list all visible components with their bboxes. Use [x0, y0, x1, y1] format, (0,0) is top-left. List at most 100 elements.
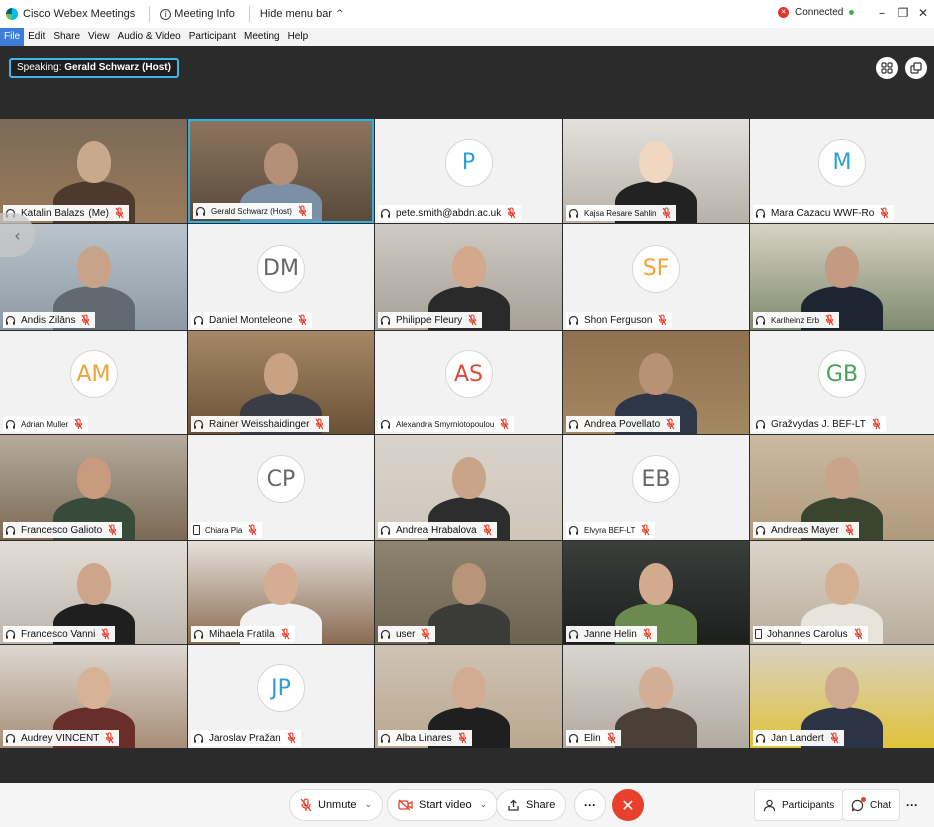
- participant-head: [76, 457, 111, 499]
- microphone-muted-icon: [458, 732, 468, 744]
- participant-tile[interactable]: Andrea Povellato: [563, 331, 749, 434]
- participant-tile[interactable]: Ppete.smith@abdn.ac.uk: [375, 119, 562, 223]
- hide-menu-bar-button[interactable]: Hide menu bar ^: [260, 8, 344, 20]
- participant-name-label: Mara Cazacu WWF-Ro: [753, 205, 895, 221]
- participant-figure: [611, 645, 701, 748]
- participant-tile[interactable]: Francesco Vanni: [0, 541, 187, 644]
- participant-tile[interactable]: Rainer Weisshaidinger: [188, 331, 374, 434]
- participant-name-label: Adrian Muller: [3, 416, 89, 432]
- participant-tile[interactable]: Elin: [563, 645, 749, 748]
- microphone-muted-icon: [298, 314, 308, 326]
- mobile-device-icon: [193, 525, 200, 535]
- microphone-muted-icon: [830, 732, 840, 744]
- headphones-icon: [5, 733, 16, 744]
- participant-tile[interactable]: JP Jaroslav Pražan: [188, 645, 374, 748]
- participant-tile[interactable]: AS Alexandra Smyrniotopoulou: [375, 331, 562, 434]
- connection-status[interactable]: ✕ Connected: [778, 7, 855, 18]
- participant-tile[interactable]: Mihaela Fratila: [188, 541, 374, 644]
- participant-name: Andis Zilāns: [21, 314, 76, 326]
- menu-file[interactable]: File: [0, 28, 25, 46]
- headphones-icon: [568, 419, 579, 430]
- menu-edit[interactable]: Edit: [24, 28, 49, 46]
- participant-tile[interactable]: Jan Landert: [750, 645, 934, 748]
- menu-help[interactable]: Help: [284, 28, 313, 46]
- microphone-muted-icon: [81, 314, 91, 326]
- participant-tile[interactable]: GB Gražvydas J. BEF-LT: [750, 331, 934, 434]
- connected-indicator-icon: [849, 10, 855, 15]
- participant-tile[interactable]: DM Daniel Monteleone: [188, 224, 374, 330]
- microphone-muted-icon: [248, 524, 258, 536]
- participant-tile[interactable]: CP Chiara Pia: [188, 435, 374, 540]
- menu-share[interactable]: Share: [49, 28, 84, 46]
- participant-tile[interactable]: Kajsa Resare Sahlin: [563, 119, 749, 223]
- chat-label: Chat: [870, 799, 892, 811]
- unmute-button[interactable]: Unmute ⌄: [289, 789, 384, 821]
- participant-tile[interactable]: Alba Linares: [375, 645, 562, 748]
- microphone-muted-icon: [662, 207, 672, 219]
- headphones-icon: [5, 629, 16, 640]
- share-button[interactable]: Share: [496, 789, 567, 821]
- more-options-button[interactable]: ···: [574, 789, 606, 821]
- participant-tile[interactable]: Johannes Carolus: [750, 541, 934, 644]
- microphone-muted-icon: [115, 207, 125, 219]
- participant-tile[interactable]: SF Shon Ferguson: [563, 224, 749, 330]
- participant-name: Francesco Vanni: [21, 628, 96, 640]
- participant-tile[interactable]: Gerald Schwarz (Host): [188, 119, 374, 223]
- microphone-muted-icon: [74, 418, 84, 430]
- participant-head: [76, 246, 111, 288]
- share-label: Share: [526, 799, 556, 811]
- chat-button[interactable]: Chat: [842, 789, 901, 821]
- grid-view-button[interactable]: [876, 57, 898, 79]
- participant-tile[interactable]: EB Elvyra BEF-LT: [563, 435, 749, 540]
- participant-name: Mihaela Fratila: [209, 628, 275, 640]
- chevron-down-icon[interactable]: ⌄: [365, 800, 373, 810]
- participant-head: [639, 141, 673, 183]
- menu-view[interactable]: View: [84, 28, 114, 46]
- chevron-down-icon[interactable]: ⌄: [480, 800, 488, 810]
- participant-tile[interactable]: Andrea Hrabalova: [375, 435, 562, 540]
- participant-tile[interactable]: user: [375, 541, 562, 644]
- menu-participant[interactable]: Participant: [185, 28, 240, 46]
- restore-icon[interactable]: ❐: [895, 6, 911, 20]
- participant-figure: [424, 541, 514, 644]
- chevron-left-icon: ‹: [14, 225, 21, 245]
- headphones-icon: [195, 206, 206, 217]
- participant-tile[interactable]: Philippe Fleury: [375, 224, 562, 330]
- minimize-icon[interactable]: –: [874, 6, 890, 20]
- close-icon[interactable]: ✕: [915, 6, 931, 20]
- participants-label: Participants: [782, 799, 835, 811]
- participants-button[interactable]: Participants: [754, 789, 844, 821]
- participant-tile[interactable]: Karlheinz Erb: [750, 224, 934, 330]
- participant-tile[interactable]: AM Adrian Muller: [0, 331, 187, 434]
- microphone-muted-icon: [643, 628, 653, 640]
- participant-tile[interactable]: Audrey VINCENT: [0, 645, 187, 748]
- participant-name-label: Rainer Weisshaidinger: [191, 416, 330, 432]
- participant-avatar: SF: [632, 244, 680, 293]
- overflow-menu-button[interactable]: ···: [898, 789, 926, 821]
- grid-layout-icon: [881, 62, 893, 74]
- meeting-info-button[interactable]: i Meeting Info: [160, 8, 235, 20]
- participant-tile[interactable]: Francesco Galioto: [0, 435, 187, 540]
- participant-me-tag: (Me): [88, 207, 109, 219]
- headphones-icon: [755, 315, 766, 326]
- participant-tile[interactable]: Andreas Mayer: [750, 435, 934, 540]
- participant-tile[interactable]: Katalin Balazs (Me): [0, 119, 187, 223]
- popout-view-button[interactable]: [905, 57, 927, 79]
- menu-bar: File Edit Share View Audio & Video Parti…: [0, 28, 934, 46]
- headphones-icon: [193, 733, 204, 744]
- microphone-muted-icon: [500, 418, 510, 430]
- participant-head: [451, 457, 486, 499]
- participant-head: [639, 667, 673, 709]
- pop-out-icon: [910, 62, 922, 74]
- participant-head: [76, 141, 111, 183]
- participant-tile[interactable]: Janne Helin: [563, 541, 749, 644]
- microphone-muted-icon: [872, 418, 882, 430]
- microphone-muted-icon: [880, 207, 890, 219]
- start-video-button[interactable]: Start video ⌄: [387, 789, 499, 821]
- menu-meeting[interactable]: Meeting: [240, 28, 284, 46]
- participant-tile[interactable]: M Mara Cazacu WWF-Ro: [750, 119, 934, 223]
- menu-audio-video[interactable]: Audio & Video: [114, 28, 185, 46]
- leave-meeting-button[interactable]: ✕: [612, 789, 644, 821]
- microphone-muted-icon: [607, 732, 617, 744]
- headphones-icon: [380, 208, 391, 219]
